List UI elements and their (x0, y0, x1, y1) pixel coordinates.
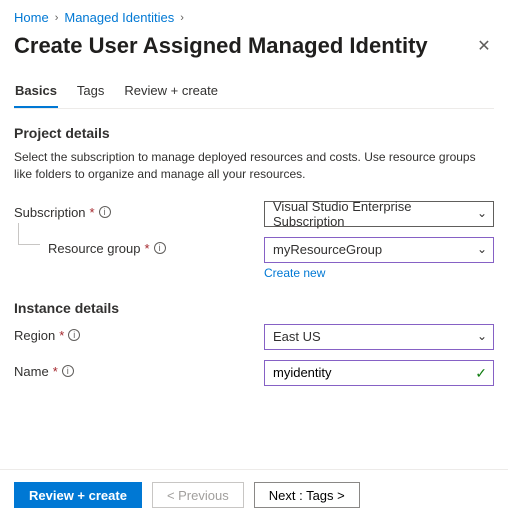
chevron-right-icon: › (55, 12, 59, 24)
info-icon[interactable]: i (68, 329, 80, 341)
project-details-description: Select the subscription to manage deploy… (14, 149, 494, 183)
info-icon[interactable]: i (62, 365, 74, 377)
create-new-link[interactable]: Create new (264, 266, 325, 280)
info-icon[interactable]: i (99, 206, 111, 218)
resource-group-select[interactable]: myResourceGroup ⌄ (264, 237, 494, 263)
instance-details-heading: Instance details (14, 300, 494, 316)
name-input-wrapper: ✓ (264, 360, 494, 386)
tabs: Basics Tags Review + create (14, 83, 494, 109)
next-button[interactable]: Next : Tags > (254, 482, 360, 508)
footer-bar: Review + create < Previous Next : Tags > (0, 469, 508, 520)
breadcrumb-managed-identities[interactable]: Managed Identities (64, 10, 174, 25)
chevron-down-icon: ⌄ (477, 242, 487, 256)
tab-tags[interactable]: Tags (76, 83, 105, 108)
required-indicator: * (145, 241, 150, 256)
project-details-heading: Project details (14, 125, 494, 141)
subscription-value: Visual Studio Enterprise Subscription (273, 199, 469, 229)
previous-button: < Previous (152, 482, 244, 508)
close-icon[interactable]: ✕ (474, 36, 494, 56)
resource-group-value: myResourceGroup (273, 242, 382, 257)
page-title: Create User Assigned Managed Identity (14, 33, 428, 59)
breadcrumb-home[interactable]: Home (14, 10, 49, 25)
chevron-down-icon: ⌄ (477, 206, 487, 220)
subscription-select[interactable]: Visual Studio Enterprise Subscription ⌄ (264, 201, 494, 227)
breadcrumb: Home › Managed Identities › (14, 10, 494, 25)
chevron-down-icon: ⌄ (477, 329, 487, 343)
name-label: Name (14, 364, 49, 379)
region-value: East US (273, 329, 321, 344)
resource-group-label: Resource group (48, 241, 141, 256)
required-indicator: * (59, 328, 64, 343)
subscription-label: Subscription (14, 205, 86, 220)
region-select[interactable]: East US ⌄ (264, 324, 494, 350)
tab-review-create[interactable]: Review + create (123, 83, 219, 108)
check-icon: ✓ (475, 365, 487, 382)
chevron-right-icon: › (180, 12, 184, 24)
tree-indent-line (18, 223, 40, 245)
review-create-button[interactable]: Review + create (14, 482, 142, 508)
info-icon[interactable]: i (154, 242, 166, 254)
name-input[interactable] (273, 365, 469, 380)
tab-basics[interactable]: Basics (14, 83, 58, 108)
required-indicator: * (90, 205, 95, 220)
region-label: Region (14, 328, 55, 343)
required-indicator: * (53, 364, 58, 379)
